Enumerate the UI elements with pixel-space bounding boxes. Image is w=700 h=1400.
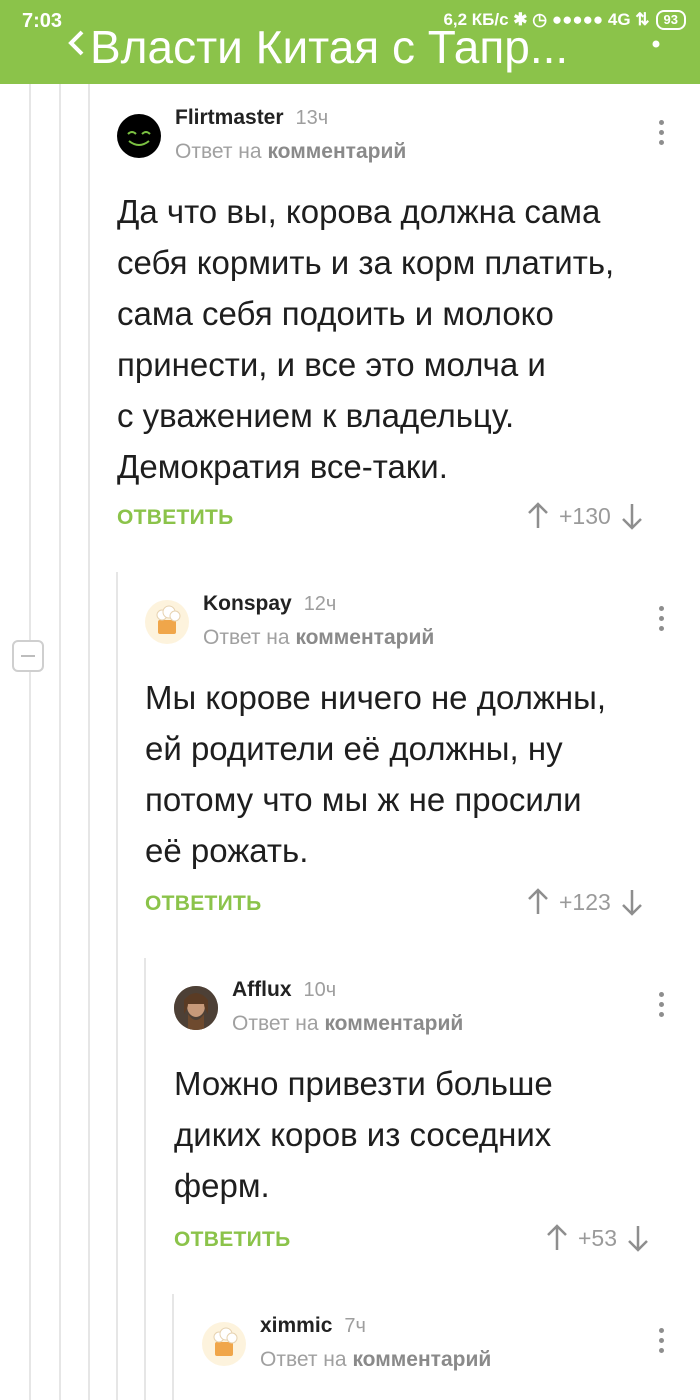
comment-line: Да что вы, корова должна сама (117, 193, 601, 230)
comment-time: 7ч (344, 1315, 366, 1337)
collapse-thread-button[interactable] (12, 640, 44, 672)
vote-controls: +53 (546, 1224, 649, 1252)
comment-time: 13ч (295, 107, 329, 129)
thread-line (59, 84, 61, 1400)
comment-time: 10ч (303, 979, 337, 1001)
author-name[interactable]: Konspay (203, 592, 292, 615)
more-options-icon[interactable] (657, 992, 665, 1022)
photo-avatar-icon[interactable] (174, 986, 218, 1030)
comment-line: Можно привезти больше (174, 1065, 553, 1102)
reply-link[interactable]: комментарий (267, 140, 406, 163)
vote-controls: +123 (527, 888, 643, 916)
reply-button[interactable]: ОТВЕТИТЬ (145, 892, 262, 916)
comment-line: с уважением к владельцу. (117, 397, 515, 434)
comment-line: потому что мы ж не просили (145, 781, 582, 818)
upvote-icon[interactable] (527, 888, 549, 916)
reply-prefix: Ответ на (232, 1012, 319, 1035)
comment-body: Да что вы, корова должна сама себя корми… (117, 186, 614, 492)
more-options-icon[interactable] (657, 606, 665, 636)
comment: ximmic 7ч Ответ на комментарий (202, 1314, 672, 1400)
comment-author[interactable]: ximmic 7ч (260, 1314, 366, 1338)
downvote-icon[interactable] (621, 888, 643, 916)
comment-line: диких коров из соседних (174, 1116, 552, 1153)
comment-line: себя кормить и за корм платить, (117, 244, 615, 281)
comment-rating: +53 (578, 1224, 618, 1251)
thread-line (144, 958, 146, 1400)
more-options-icon[interactable] (657, 1328, 665, 1358)
comment-line: Демократия все-таки. (117, 448, 448, 485)
top-app-bar: Власти Китая с Тапр... 7:03 6,2 КБ/с ✱ ◷… (0, 0, 700, 84)
author-name[interactable]: ximmic (260, 1314, 332, 1337)
reply-link[interactable]: комментарий (324, 1012, 463, 1035)
upvote-icon[interactable] (527, 502, 549, 530)
comment-rating: +123 (559, 888, 611, 915)
reply-link[interactable]: комментарий (352, 1348, 491, 1371)
comment: Konspay 12ч Ответ на комментарий Мы коров… (145, 592, 675, 920)
comment-rating: +130 (559, 502, 611, 529)
reply-prefix: Ответ на (260, 1348, 347, 1371)
more-options-icon[interactable] (657, 120, 665, 150)
comment-body: Мы корове ничего не должны, ей родители … (145, 672, 606, 876)
status-indicators: 6,2 КБ/с ✱ ◷ ●●●●● 4G ⇅ (443, 10, 650, 29)
comment-author[interactable]: Flirtmaster 13ч (175, 106, 328, 130)
comment-body: Можно привезти больше диких коров из сос… (174, 1058, 553, 1211)
status-icons: 6,2 КБ/с ✱ ◷ ●●●●● 4G ⇅ 93 (443, 10, 686, 30)
downvote-icon[interactable] (627, 1224, 649, 1252)
default-avatar-icon[interactable] (202, 1322, 246, 1366)
comment-line: ей родители её должны, ну (145, 730, 563, 767)
reply-to: Ответ на комментарий (175, 140, 406, 164)
upvote-icon[interactable] (546, 1224, 568, 1252)
reply-link[interactable]: комментарий (295, 626, 434, 649)
thread-line (88, 84, 90, 1400)
back-arrow-icon[interactable] (62, 28, 92, 58)
thread-line (29, 84, 31, 1400)
reply-prefix: Ответ на (175, 140, 262, 163)
downvote-icon[interactable] (621, 502, 643, 530)
vote-controls: +130 (527, 502, 643, 530)
chevron-down-icon[interactable] (644, 30, 668, 54)
comment-author[interactable]: Konspay 12ч (203, 592, 336, 616)
comment-line: сама себя подоить и молоко (117, 295, 554, 332)
comment-line: принести, и все это молча и (117, 346, 546, 383)
reply-button[interactable]: ОТВЕТИТЬ (174, 1228, 291, 1252)
thread-line (116, 572, 118, 1400)
comment-line: ферм. (174, 1167, 270, 1204)
thread-line (172, 1294, 174, 1400)
smiley-avatar-icon[interactable] (117, 114, 161, 158)
reply-button[interactable]: ОТВЕТИТЬ (117, 506, 234, 530)
comment-time: 12ч (303, 593, 337, 615)
comment-line: Мы корове ничего не должны, (145, 679, 607, 716)
battery-icon: 93 (655, 10, 686, 30)
reply-to: Ответ на комментарий (203, 626, 434, 650)
comment: Afflux 10ч Ответ на комментарий Можно при… (174, 978, 674, 1266)
default-avatar-icon[interactable] (145, 600, 189, 644)
reply-prefix: Ответ на (203, 626, 290, 649)
comment: Flirtmaster 13ч Ответ на комментарий Да ч… (117, 106, 677, 534)
author-name[interactable]: Flirtmaster (175, 106, 284, 129)
reply-to: Ответ на комментарий (232, 1012, 463, 1036)
author-name[interactable]: Afflux (232, 978, 292, 1001)
reply-to: Ответ на комментарий (260, 1348, 491, 1372)
comment-author[interactable]: Afflux 10ч (232, 978, 336, 1002)
comment-line: её рожать. (145, 832, 309, 869)
status-time: 7:03 (22, 10, 63, 32)
